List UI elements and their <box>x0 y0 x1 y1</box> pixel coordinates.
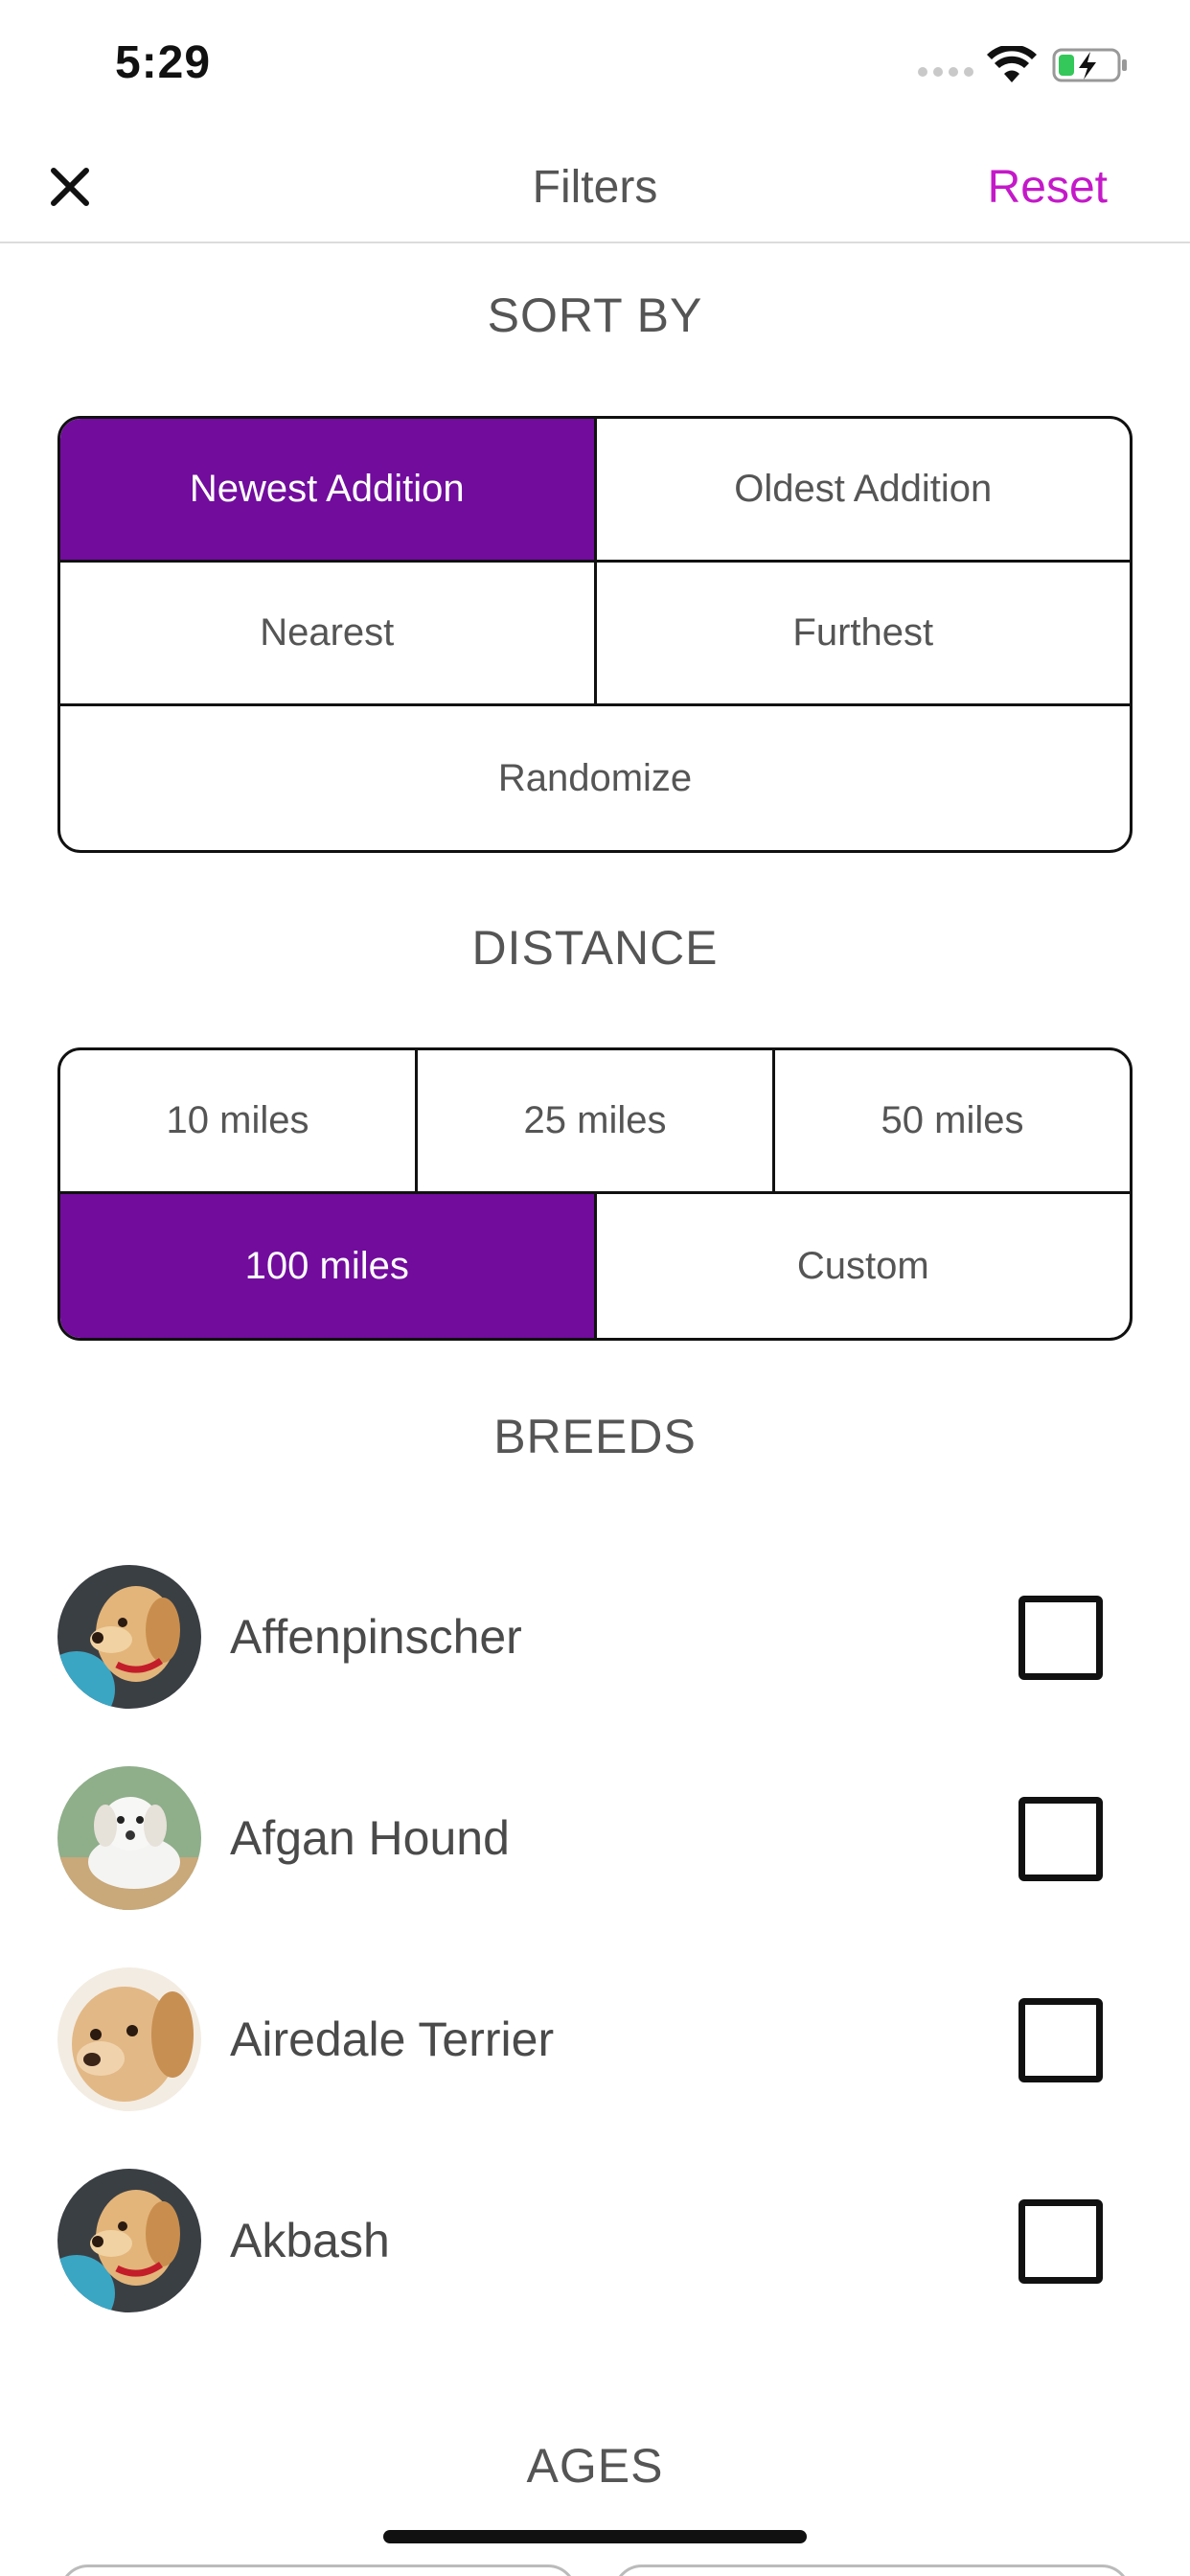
sort-option-newest[interactable]: Newest Addition <box>60 419 597 560</box>
distance-option-100[interactable]: 100 miles <box>60 1194 597 1338</box>
ages-heading: AGES <box>526 2439 664 2493</box>
distance-option-25[interactable]: 25 miles <box>418 1050 775 1191</box>
breed-name: Airedale Terrier <box>230 2012 555 2066</box>
breed-checkbox[interactable] <box>1018 1596 1103 1680</box>
breed-checkbox[interactable] <box>1018 1797 1103 1881</box>
cellular-signal-icon <box>918 67 973 77</box>
breed-checkbox[interactable] <box>1018 1998 1103 2082</box>
filters-screen: 5:29 Filters Reset SORT BY Newest Additi… <box>0 0 1190 2576</box>
sort-option-oldest[interactable]: Oldest Addition <box>597 419 1131 560</box>
status-bar: 5:29 <box>0 0 1190 125</box>
breed-checkbox[interactable] <box>1018 2199 1103 2284</box>
breed-name: Akbash <box>230 2214 390 2267</box>
distance-option-custom[interactable]: Custom <box>597 1194 1131 1338</box>
wifi-icon <box>987 46 1037 82</box>
navigation-bar: Filters Reset <box>0 144 1190 243</box>
age-option[interactable] <box>613 2564 1131 2576</box>
age-option[interactable] <box>59 2564 577 2576</box>
sort-by-heading: SORT BY <box>487 288 703 342</box>
breed-avatar <box>57 1766 201 1910</box>
battery-charging-icon <box>1052 48 1127 82</box>
sort-option-nearest[interactable]: Nearest <box>60 563 597 703</box>
breed-list-item[interactable]: Airedale Terrier <box>57 1967 1133 2111</box>
breed-avatar <box>57 2169 201 2312</box>
status-time: 5:29 <box>115 37 212 88</box>
sort-option-furthest[interactable]: Furthest <box>597 563 1131 703</box>
distance-option-10[interactable]: 10 miles <box>60 1050 418 1191</box>
distance-option-50[interactable]: 50 miles <box>775 1050 1130 1191</box>
sort-by-options: Newest Addition Oldest Addition Nearest … <box>57 416 1133 853</box>
breed-list-item[interactable]: Affenpinscher <box>57 1565 1133 1709</box>
home-indicator <box>383 2530 807 2543</box>
reset-button[interactable]: Reset <box>988 161 1108 214</box>
distance-options: 10 miles 25 miles 50 miles 100 miles Cus… <box>57 1047 1133 1341</box>
breed-name: Affenpinscher <box>230 1610 522 1664</box>
sort-option-randomize[interactable]: Randomize <box>60 706 1130 850</box>
breed-avatar <box>57 1967 201 2111</box>
breed-name: Afgan Hound <box>230 1811 510 1865</box>
breed-list-item[interactable]: Afgan Hound <box>57 1766 1133 1910</box>
distance-heading: DISTANCE <box>471 921 719 975</box>
breed-avatar <box>57 1565 201 1709</box>
breed-list-item[interactable]: Akbash <box>57 2169 1133 2312</box>
breeds-heading: BREEDS <box>493 1410 697 1463</box>
